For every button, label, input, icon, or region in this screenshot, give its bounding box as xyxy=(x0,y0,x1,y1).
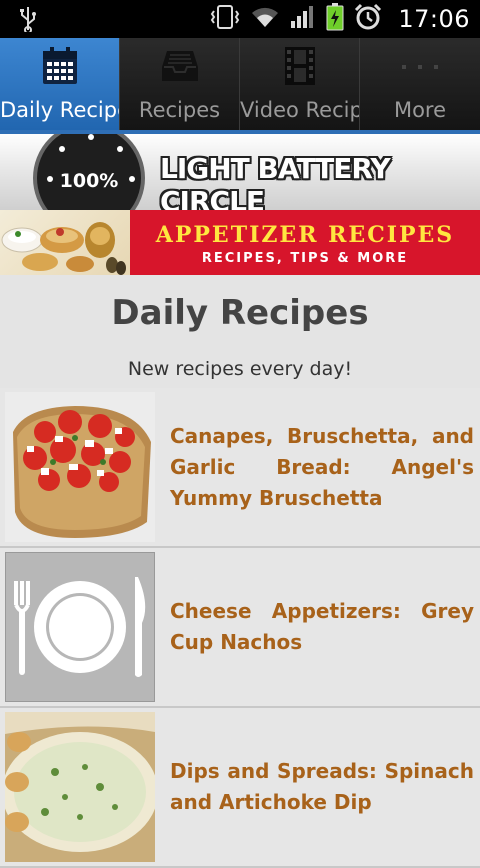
recipe-title: Cheese Appetizers: Grey Cup Nachos xyxy=(170,599,474,654)
clock-time: 17:06 xyxy=(398,5,470,33)
alarm-icon xyxy=(354,3,382,35)
battery-percent: 100% xyxy=(59,170,119,192)
status-bar: 17:06 xyxy=(0,0,480,38)
vibrate-icon xyxy=(210,4,240,34)
tab-label: More xyxy=(393,98,447,122)
tab-video-recipe[interactable]: Video Recipe xyxy=(240,38,360,130)
recipe-title: Canapes, Bruschetta, and Garlic Bread: A… xyxy=(170,423,474,510)
appetizer-ad-banner[interactable]: APPETIZER RECIPES RECIPES, TIPS & MORE xyxy=(0,210,480,275)
tab-recipes[interactable]: Recipes xyxy=(120,38,240,130)
tab-label: Recipes xyxy=(138,98,221,122)
list-item[interactable]: Canapes, Bruschetta, and Garlic Bread: A… xyxy=(0,388,480,548)
dip-photo xyxy=(5,712,155,862)
recipe-title-container: Canapes, Bruschetta, and Garlic Bread: A… xyxy=(170,388,474,546)
battery-ad-banner[interactable]: 100% LIGHT BATTERY CIRCLE xyxy=(0,134,480,210)
list-item[interactable]: Cheese Appetizers: Grey Cup Nachos xyxy=(0,548,480,708)
tab-more[interactable]: More xyxy=(360,38,480,130)
tab-label: Daily Recipes xyxy=(0,98,119,122)
tab-label: Video Recipe xyxy=(240,98,359,122)
bruschetta-photo xyxy=(5,392,155,542)
battery-ad-title: LIGHT BATTERY CIRCLE xyxy=(160,152,391,210)
list-item[interactable]: Dips and Spreads: Spinach and Artichoke … xyxy=(0,708,480,868)
more-dots-icon xyxy=(360,46,480,86)
page-title: Daily Recipes xyxy=(111,293,369,333)
appetizer-ad-title: APPETIZER RECIPES xyxy=(155,222,455,248)
recipe-title-container: Cheese Appetizers: Grey Cup Nachos xyxy=(170,548,474,706)
battery-charging-icon xyxy=(326,3,344,35)
page-subtitle: New recipes every day! xyxy=(127,358,353,380)
signal-icon xyxy=(290,5,316,33)
recipe-list: Canapes, Bruschetta, and Garlic Bread: A… xyxy=(0,388,480,868)
tab-bar: Daily Recipes Recipes Video Recipe More xyxy=(0,38,480,130)
battery-dial-graphic: 100% xyxy=(33,134,145,210)
appetizer-food-image xyxy=(0,210,130,275)
placeholder-plate-icon xyxy=(5,552,155,702)
film-icon xyxy=(240,46,359,86)
wifi-icon xyxy=(250,5,280,33)
calendar-icon xyxy=(0,46,119,86)
inbox-tray-icon xyxy=(120,46,239,86)
recipe-title: Dips and Spreads: Spinach and Artichoke … xyxy=(170,759,474,814)
usb-icon xyxy=(18,6,38,36)
recipe-title-container: Dips and Spreads: Spinach and Artichoke … xyxy=(170,708,474,866)
appetizer-ad-subtitle: RECIPES, TIPS & MORE xyxy=(201,251,409,266)
tab-daily-recipes[interactable]: Daily Recipes xyxy=(0,38,120,130)
